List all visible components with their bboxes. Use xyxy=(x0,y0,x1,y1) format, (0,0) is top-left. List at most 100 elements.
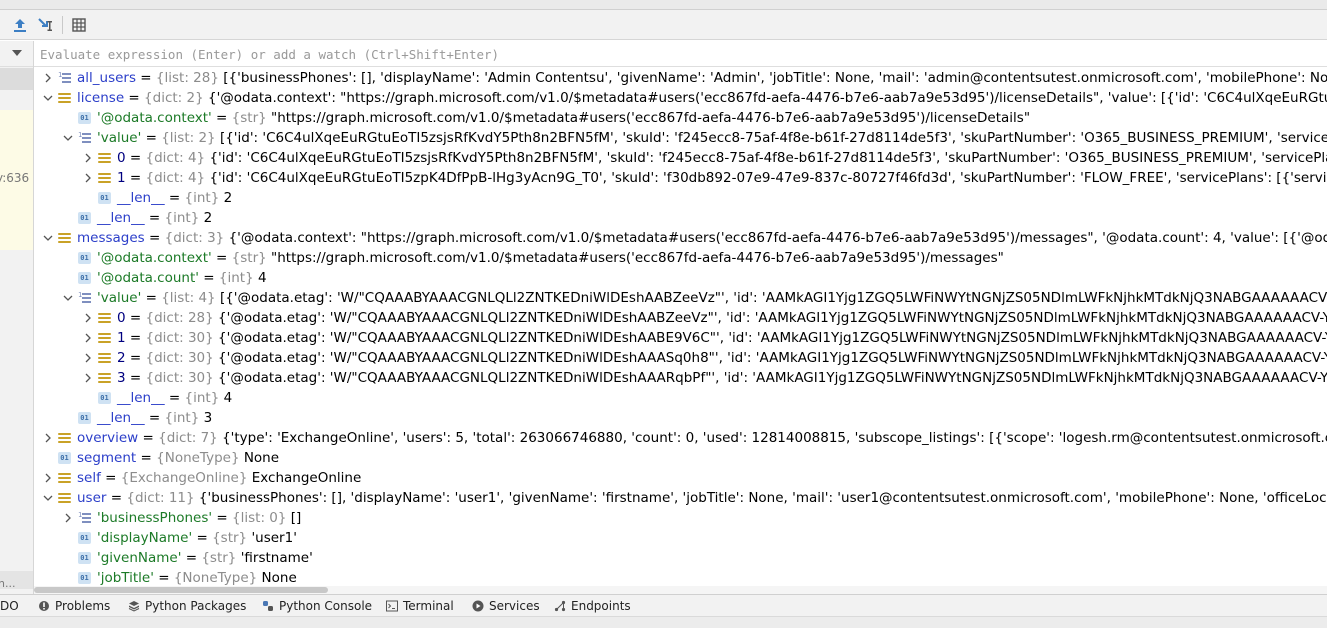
tree-row[interactable]: 01 '@odata.context' = {str} "https://grap… xyxy=(34,108,1327,128)
chevron-down-icon[interactable] xyxy=(42,228,54,248)
chevron-right-icon[interactable] xyxy=(62,508,74,528)
tool-tab-python-packages[interactable]: Python Packages xyxy=(128,595,246,617)
equals-sign: = xyxy=(125,330,146,346)
variable-name: 'displayName' xyxy=(97,530,193,546)
tree-row-text: '@odata.count' = {int} 4 xyxy=(97,268,267,288)
tree-row[interactable]: license = {dict: 2} {'@odata.context': "… xyxy=(34,88,1327,108)
variable-type: {str} xyxy=(231,110,267,126)
variable-type: {int} xyxy=(218,270,254,286)
primitive-icon: 01 xyxy=(78,552,91,564)
tool-tab-label: Python Packages xyxy=(145,599,247,613)
frame-line-text[interactable]: y:636 xyxy=(0,171,29,185)
tree-row[interactable]: 01 'givenName' = {str} 'firstname' xyxy=(34,548,1327,568)
scrollbar-thumb[interactable] xyxy=(34,587,328,593)
table-view-icon[interactable] xyxy=(69,15,89,35)
frame-selected-row[interactable] xyxy=(0,68,33,90)
tree-row[interactable]: 01 __len__ = {int} 4 xyxy=(34,388,1327,408)
variable-value: "https://graph.microsoft.com/v1.0/$metad… xyxy=(271,250,1004,266)
variable-name: all_users xyxy=(77,70,137,86)
tree-row[interactable]: 2 = {dict: 30} {'@odata.etag': 'W/"CQAAA… xyxy=(34,348,1327,368)
chevron-right-icon[interactable] xyxy=(82,368,94,388)
equals-sign: = xyxy=(125,170,146,186)
variable-type: {int} xyxy=(184,390,220,406)
tree-row[interactable]: overview = {dict: 7} {'type': 'ExchangeO… xyxy=(34,428,1327,448)
variable-value: {'id': 'C6C4ulXqeEuRGtuEoTI5zsjsRfKvdY5P… xyxy=(209,150,1327,166)
tree-row[interactable]: messages = {dict: 3} {'@odata.context': … xyxy=(34,228,1327,248)
evaluate-bar xyxy=(34,41,1327,67)
tree-row[interactable]: 01 segment = {NoneType} None xyxy=(34,448,1327,468)
variable-name: overview xyxy=(77,430,139,446)
tree-row-text: '@odata.context' = {str} "https://graph.… xyxy=(97,248,1004,268)
chevron-down-icon[interactable] xyxy=(62,288,74,308)
chevron-right-icon[interactable] xyxy=(82,328,94,348)
primitive-icon: 01 xyxy=(98,392,111,404)
tree-row-text: self = {ExchangeOnline} ExchangeOnline xyxy=(77,468,361,488)
chevron-right-icon[interactable] xyxy=(82,348,94,368)
variable-value: [{'businessPhones': [], 'displayName': '… xyxy=(223,70,1327,86)
tree-row[interactable]: self = {ExchangeOnline} ExchangeOnline xyxy=(34,468,1327,488)
tree-row[interactable]: user = {dict: 11} {'businessPhones': [],… xyxy=(34,488,1327,508)
tool-tab-services[interactable]: Services xyxy=(472,595,540,617)
tree-row-text: messages = {dict: 3} {'@odata.context': … xyxy=(77,228,1327,248)
variable-type: {str} xyxy=(231,250,267,266)
tree-row[interactable]: 01 __len__ = {int} 2 xyxy=(34,208,1327,228)
tree-row[interactable]: 3 = {dict: 30} {'@odata.etag': 'W/"CQAAA… xyxy=(34,368,1327,388)
chevron-right-icon[interactable] xyxy=(82,308,94,328)
thread-dropdown-icon[interactable] xyxy=(12,50,22,56)
tree-row[interactable]: 01 '@odata.count' = {int} 4 xyxy=(34,268,1327,288)
chevron-right-icon[interactable] xyxy=(42,68,54,88)
tree-row[interactable]: 01 'displayName' = {str} 'user1' xyxy=(34,528,1327,548)
dict-icon xyxy=(98,352,111,364)
tool-tab-problems[interactable]: Problems xyxy=(38,595,110,617)
horizontal-scrollbar[interactable] xyxy=(34,586,1327,594)
equals-sign: = xyxy=(192,530,213,546)
tool-tab-endpoints[interactable]: Endpoints xyxy=(554,595,631,617)
tree-row-text: 0 = {dict: 28} {'@odata.etag': 'W/"CQAAA… xyxy=(117,308,1327,328)
equals-sign: = xyxy=(141,290,162,306)
tree-row[interactable]: 1 'businessPhones' = {list: 0} [] xyxy=(34,508,1327,528)
tree-row[interactable]: 1 = {dict: 4} {'id': 'C6C4ulXqeEuRGtuEoT… xyxy=(34,168,1327,188)
chevron-down-icon[interactable] xyxy=(42,488,54,508)
equals-sign: = xyxy=(141,130,162,146)
tree-row[interactable]: 0 = {dict: 4} {'id': 'C6C4ulXqeEuRGtuEoT… xyxy=(34,148,1327,168)
equals-sign: = xyxy=(124,90,145,106)
variable-name: 1 xyxy=(117,170,126,186)
tree-row[interactable]: 1 all_users = {list: 28} [{'businessPhone… xyxy=(34,68,1327,88)
dict-icon xyxy=(58,232,71,244)
variable-type: {dict: 3} xyxy=(164,230,225,246)
step-out-icon[interactable] xyxy=(10,15,30,35)
endpoints-icon xyxy=(554,600,566,612)
tree-row-text: __len__ = {int} 2 xyxy=(97,208,212,228)
tree-row[interactable]: 1 'value' = {list: 2} [{'id': 'C6C4ulXqeE… xyxy=(34,128,1327,148)
tree-row[interactable]: 01 __len__ = {int} 3 xyxy=(34,408,1327,428)
chevron-down-icon[interactable] xyxy=(42,88,54,108)
run-to-cursor-icon[interactable] xyxy=(36,15,56,35)
tree-row-text: license = {dict: 2} {'@odata.context': "… xyxy=(77,88,1327,108)
python-packages-icon xyxy=(128,600,140,612)
chevron-right-icon[interactable] xyxy=(42,468,54,488)
variable-value: {'type': 'ExchangeOnline', 'users': 5, '… xyxy=(222,430,1327,446)
variable-type: {str} xyxy=(201,550,237,566)
tool-tab-python-console[interactable]: Python Console xyxy=(262,595,372,617)
chevron-down-icon[interactable] xyxy=(62,128,74,148)
tree-row[interactable]: 01 'jobTitle' = {NoneType} None xyxy=(34,568,1327,586)
tree-row[interactable]: 1 'value' = {list: 4} [{'@odata.etag': 'W… xyxy=(34,288,1327,308)
tree-row[interactable]: 0 = {dict: 28} {'@odata.etag': 'W/"CQAAA… xyxy=(34,308,1327,328)
chevron-right-icon[interactable] xyxy=(42,428,54,448)
variable-name: '@odata.context' xyxy=(97,110,212,126)
variable-value: {'@odata.etag': 'W/"CQAAABYAAACGNLQLl2ZN… xyxy=(218,310,1327,326)
tree-row-text: overview = {dict: 7} {'type': 'ExchangeO… xyxy=(77,428,1327,448)
tree-row[interactable]: 1 = {dict: 30} {'@odata.etag': 'W/"CQAAA… xyxy=(34,328,1327,348)
chevron-right-icon[interactable] xyxy=(82,148,94,168)
tool-tab-terminal[interactable]: Terminal xyxy=(386,595,454,617)
tree-row[interactable]: 01 '@odata.context' = {str} "https://grap… xyxy=(34,248,1327,268)
variable-value: {'businessPhones': [], 'displayName': 'u… xyxy=(198,490,1327,506)
variable-name: self xyxy=(77,470,101,486)
tree-row[interactable]: 01 __len__ = {int} 2 xyxy=(34,188,1327,208)
tool-tab-do[interactable]: DO xyxy=(0,595,19,617)
equals-sign: = xyxy=(125,350,146,366)
variable-type: {NoneType} xyxy=(156,450,240,466)
tree-row-text: 1 = {dict: 4} {'id': 'C6C4ulXqeEuRGtuEoT… xyxy=(117,168,1327,188)
evaluate-expression-input[interactable] xyxy=(40,45,1320,63)
chevron-right-icon[interactable] xyxy=(82,168,94,188)
